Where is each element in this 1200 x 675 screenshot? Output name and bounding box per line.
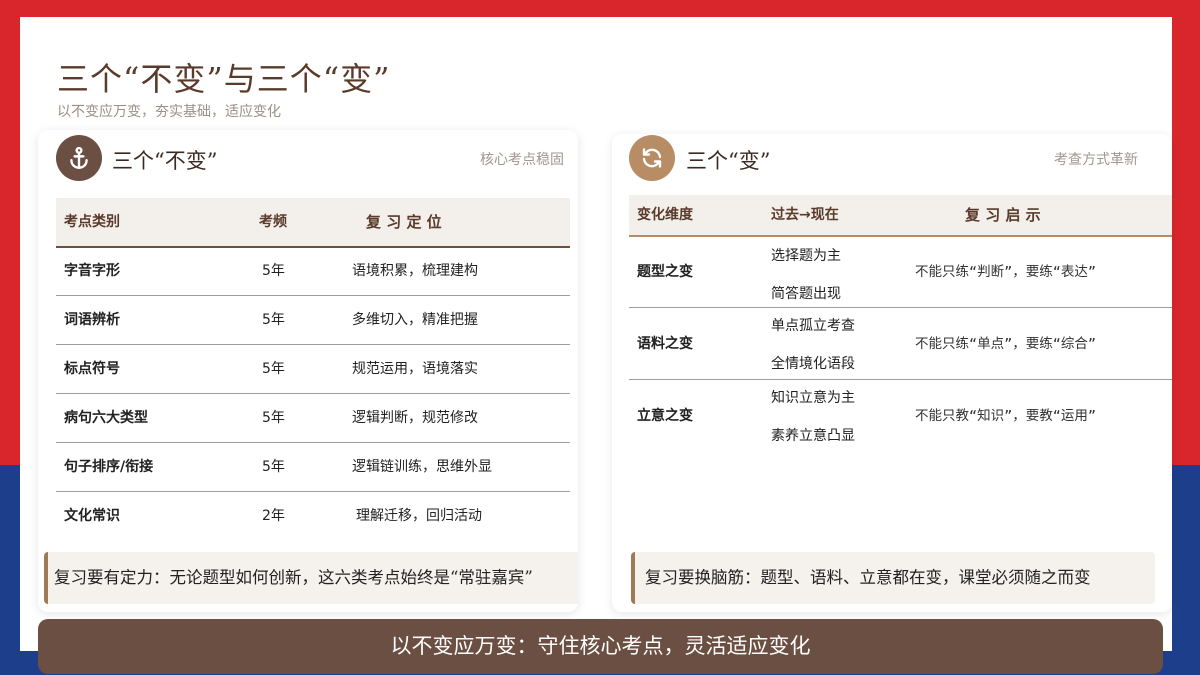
row-past: 选择题为主 xyxy=(771,248,841,264)
table-row: 题型之变 选择题为主 简答题出现 不能只练“判断”，要练“表达” xyxy=(629,237,1172,308)
footer-summary-bar: 以不变应万变：守住核心考点，灵活适应变化 xyxy=(38,619,1163,674)
row-frequency: 5年 xyxy=(262,361,285,377)
table-row: 词语辨析 5年 多维切入，精准把握 xyxy=(56,297,570,345)
table-row: 句子排序/衔接 5年 逻辑链训练，思维外显 xyxy=(56,444,570,492)
column-header-position: 复 习 定 位 xyxy=(366,213,442,231)
column-header-category: 考点类别 xyxy=(64,214,120,230)
refresh-icon xyxy=(629,135,675,181)
row-category: 字音字形 xyxy=(64,263,120,279)
row-now: 简答题出现 xyxy=(771,286,841,302)
row-category: 标点符号 xyxy=(64,361,120,377)
row-dimension: 立意之变 xyxy=(637,408,693,424)
column-header-frequency: 考频 xyxy=(259,214,287,230)
column-header-past-now: 过去→现在 xyxy=(771,207,839,223)
row-insight: 不能只练“单点”，要练“综合” xyxy=(915,336,1097,352)
panel-tag: 核心考点稳固 xyxy=(480,152,564,168)
table-row: 标点符号 5年 规范运用，语境落实 xyxy=(56,346,570,394)
row-now: 全情境化语段 xyxy=(771,356,855,372)
row-past: 单点孤立考查 xyxy=(771,318,855,334)
row-category: 词语辨析 xyxy=(64,312,120,328)
table-header: 考点类别 考频 复 习 定 位 xyxy=(56,198,570,248)
row-position: 理解迁移，回归活动 xyxy=(356,508,482,524)
table-header: 变化维度 过去→现在 复 习 启 示 xyxy=(629,195,1172,237)
panel-title: 三个“变” xyxy=(686,149,771,173)
panel-title: 三个“不变” xyxy=(112,149,218,173)
row-category: 句子排序/衔接 xyxy=(64,459,154,475)
row-insight: 不能只教“知识”，要教“运用” xyxy=(915,408,1097,424)
table-row: 字音字形 5年 语境积累，梳理建构 xyxy=(56,248,570,296)
row-frequency: 5年 xyxy=(262,459,285,475)
row-past: 知识立意为主 xyxy=(771,390,855,406)
row-insight: 不能只练“判断”，要练“表达” xyxy=(915,264,1097,280)
row-position: 多维切入，精准把握 xyxy=(352,312,478,328)
row-position: 逻辑链训练，思维外显 xyxy=(352,459,492,475)
page-subtitle: 以不变应万变，夯实基础，适应变化 xyxy=(57,104,281,120)
note-changed: 复习要换脑筋：题型、语料、立意都在变，课堂必须随之而变 xyxy=(631,552,1155,604)
panel-unchanged: 三个“不变” 核心考点稳固 考点类别 考频 复 习 定 位 字音字形 5年 语境… xyxy=(38,130,578,612)
page-title: 三个“不变”与三个“变” xyxy=(57,60,391,98)
row-category: 病句六大类型 xyxy=(64,410,148,426)
row-dimension: 语料之变 xyxy=(637,336,693,352)
row-frequency: 2年 xyxy=(262,508,285,524)
table-row: 病句六大类型 5年 逻辑判断，规范修改 xyxy=(56,395,570,443)
table-row: 语料之变 单点孤立考查 全情境化语段 不能只练“单点”，要练“综合” xyxy=(629,309,1172,380)
column-header-insight: 复 习 启 示 xyxy=(965,206,1041,224)
row-frequency: 5年 xyxy=(262,410,285,426)
panel-tag: 考查方式革新 xyxy=(1054,152,1138,168)
row-dimension: 题型之变 xyxy=(637,264,693,280)
table-row: 立意之变 知识立意为主 素养立意凸显 不能只教“知识”，要教“运用” xyxy=(629,381,1172,451)
table-row: 文化常识 2年 理解迁移，回归活动 xyxy=(56,493,570,540)
column-header-dimension: 变化维度 xyxy=(637,207,693,223)
note-unchanged: 复习要有定力：无论题型如何创新，这六类考点始终是“常驻嘉宾” xyxy=(44,552,578,604)
row-category: 文化常识 xyxy=(64,508,120,524)
row-position: 逻辑判断，规范修改 xyxy=(352,410,478,426)
row-now: 素养立意凸显 xyxy=(771,428,855,444)
row-frequency: 5年 xyxy=(262,312,285,328)
row-frequency: 5年 xyxy=(262,263,285,279)
row-position: 规范运用，语境落实 xyxy=(352,361,478,377)
panel-changed: 三个“变” 考查方式革新 变化维度 过去→现在 复 习 启 示 题型之变 选择题… xyxy=(612,134,1172,612)
anchor-icon xyxy=(56,135,102,181)
row-position: 语境积累，梳理建构 xyxy=(352,263,478,279)
